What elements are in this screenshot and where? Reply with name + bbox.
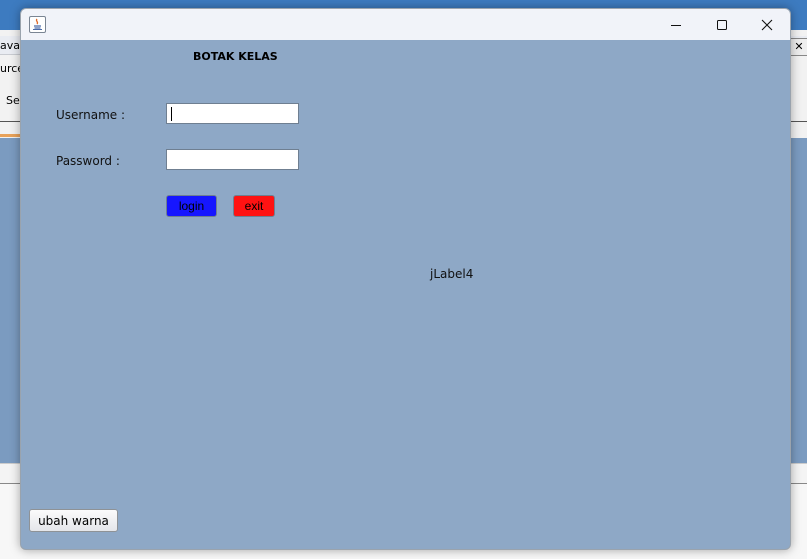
change-color-button[interactable]: ubah warna [29,509,118,532]
form-heading: BOTAK KELAS [193,50,278,63]
maximize-button[interactable] [699,9,745,40]
form-panel: BOTAK KELAS Username : Password : login … [21,40,790,549]
minimize-button[interactable] [653,9,699,40]
maximize-icon [717,19,727,30]
text-caret [171,107,172,121]
close-button[interactable] [744,9,790,40]
ide-tab-fragment[interactable]: ava [0,39,20,52]
exit-button[interactable]: exit [233,195,275,217]
password-label: Password : [56,154,120,168]
username-label: Username : [56,108,126,122]
login-window: BOTAK KELAS Username : Password : login … [20,8,791,550]
close-icon [761,19,773,30]
username-input[interactable] [166,103,299,124]
minimize-icon [671,24,681,26]
ide-tab-close-icon[interactable]: ✕ [790,38,807,56]
login-button[interactable]: login [166,195,217,217]
password-input[interactable] [166,149,299,170]
java-icon[interactable] [29,16,46,33]
window-title-bar[interactable] [21,9,790,40]
status-label: jLabel4 [430,267,474,281]
